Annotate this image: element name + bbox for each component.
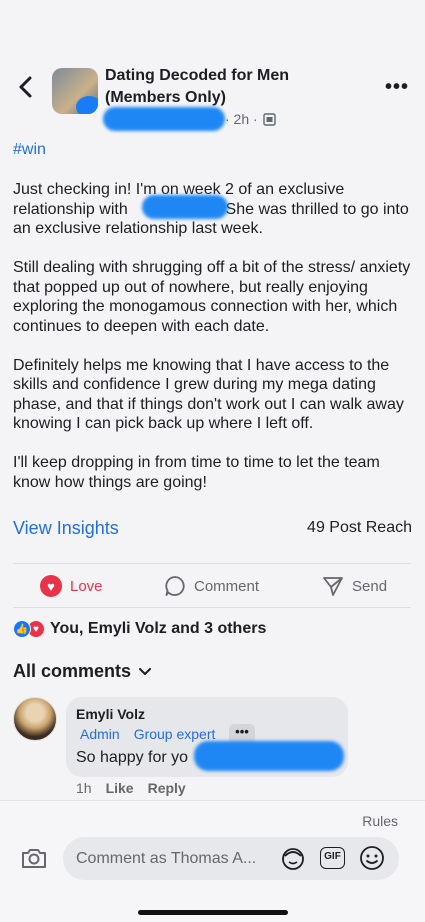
group-title[interactable]: Dating Decoded for Men (Members Only): [105, 65, 365, 109]
post-more-button[interactable]: •••: [385, 76, 409, 99]
home-indicator: [138, 910, 288, 915]
send-label: Send: [352, 577, 388, 595]
post-paragraph: I'll keep dropping in from time to time …: [13, 454, 385, 491]
post-meta: · 2h ·: [103, 107, 305, 131]
hashtag-link[interactable]: #win: [13, 141, 46, 159]
send-button[interactable]: Send: [322, 567, 387, 605]
comment-label: Comment: [194, 577, 260, 595]
divider: [13, 563, 411, 564]
post-paragraph: Definitely helps me knowing that I have …: [13, 356, 409, 433]
rules-link[interactable]: Rules: [362, 813, 398, 829]
comment-author[interactable]: Emyli Volz: [76, 706, 145, 722]
like-reaction-icon: 👍: [13, 620, 31, 638]
reactions-text: You, Emyli Volz and 3 others: [50, 620, 267, 637]
redacted-author-name: [103, 107, 225, 131]
comment-text: So happy for yo: [76, 749, 189, 766]
admin-badge: Admin: [80, 726, 120, 742]
emoji-icon[interactable]: [359, 845, 385, 871]
comment-like-button[interactable]: Like: [106, 780, 134, 796]
group-privacy-icon: [263, 113, 276, 126]
action-bar: ♥ Love Comment Send: [0, 567, 425, 605]
send-icon: [323, 577, 343, 596]
commenter-avatar[interactable]: [13, 697, 57, 741]
post-paragraph: Still dealing with shrugging off a bit o…: [13, 259, 415, 335]
post-reach: 49 Post Reach: [307, 519, 412, 536]
comment-meta: 1h Like Reply: [76, 780, 186, 796]
comment-reply-button[interactable]: Reply: [148, 780, 186, 796]
comment-badges: Admin Group expert: [80, 726, 215, 742]
reactions-summary[interactable]: 👍 ♥ You, Emyli Volz and 3 others: [13, 620, 266, 638]
redacted-comment-text: [194, 741, 344, 771]
avatar-sticker-icon[interactable]: [280, 845, 306, 871]
post-time: · 2h ·: [225, 111, 258, 127]
comment-bubble: Emyli Volz Admin Group expert ••• So hap…: [66, 697, 348, 777]
group-avatar[interactable]: [52, 68, 98, 114]
all-comments-dropdown[interactable]: All comments: [13, 661, 152, 682]
post-body: Just checking in! I'm on week 2 of an ex…: [13, 180, 413, 512]
chevron-down-icon: [139, 667, 152, 675]
post-header: Dating Decoded for Men (Members Only) · …: [0, 62, 425, 132]
love-icon: ♥: [40, 575, 62, 597]
composer-icons: GIF: [280, 845, 385, 871]
redacted-name-inline: [142, 195, 228, 219]
divider: [13, 607, 411, 608]
love-label: Love: [70, 577, 103, 595]
view-insights-link[interactable]: View Insights: [13, 518, 119, 539]
all-comments-label: All comments: [13, 661, 132, 681]
camera-icon[interactable]: [20, 844, 48, 872]
gif-button[interactable]: GIF: [320, 847, 345, 869]
love-button[interactable]: ♥ Love: [40, 567, 103, 605]
comment-composer: Rules GIF: [0, 800, 425, 922]
comment-time: 1h: [76, 780, 92, 796]
redaction-mark: [76, 96, 98, 114]
group-expert-badge: Group expert: [133, 726, 216, 742]
back-arrow-icon[interactable]: [14, 74, 38, 100]
comment-icon: [165, 576, 185, 596]
comment-button[interactable]: Comment: [164, 567, 259, 605]
